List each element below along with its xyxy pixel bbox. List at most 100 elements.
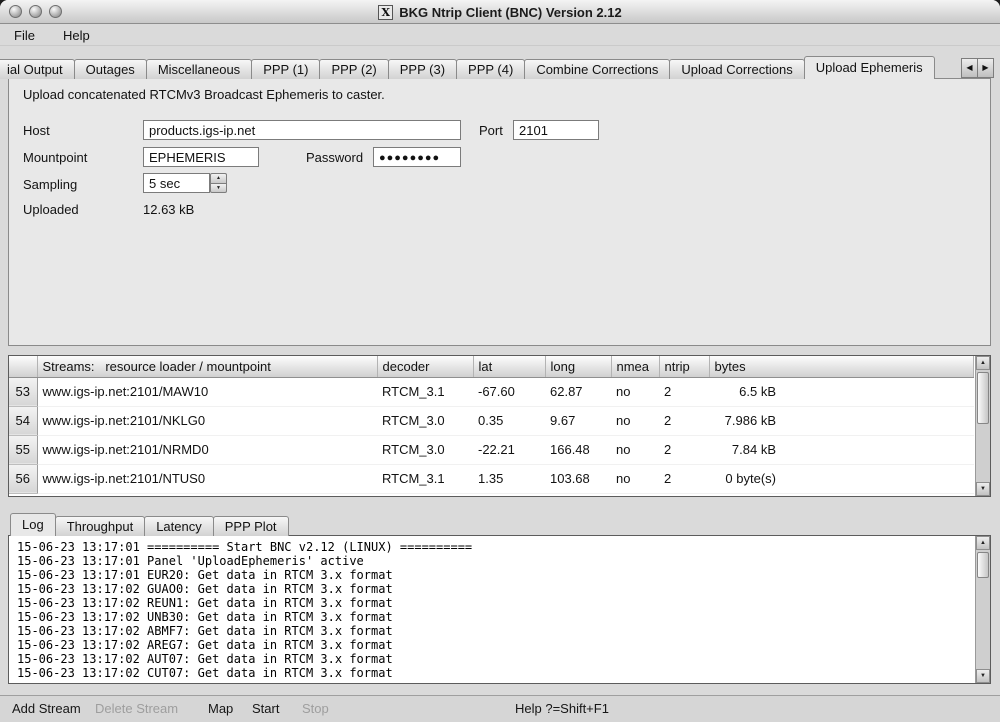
delete-stream-button[interactable]: Delete Stream — [95, 696, 178, 722]
cell-lat[interactable]: 1.35 — [473, 464, 545, 493]
cell-mountpoint[interactable]: www.igs-ip.net:2101/NTUS0 — [37, 464, 377, 493]
cell-ntrip[interactable]: 2 — [659, 435, 709, 464]
mountpoint-input[interactable] — [143, 147, 259, 167]
cell-nmea[interactable]: no — [611, 435, 659, 464]
spin-up-icon[interactable]: ▲ — [210, 173, 227, 183]
cell-decoder[interactable]: RTCM_3.1 — [377, 464, 473, 493]
header-ntrip[interactable]: ntrip — [659, 356, 709, 377]
streams-table-frame: Streams: resource loader / mountpoint de… — [8, 355, 991, 497]
bytes-value: 6.5 kB — [722, 384, 776, 399]
log-frame[interactable]: 15-06-23 13:17:01 ========== Start BNC v… — [8, 535, 991, 684]
cell-bytes[interactable]: 7.84 kB — [709, 435, 974, 464]
tab-ppp-4[interactable]: PPP (4) — [456, 59, 525, 79]
start-button[interactable]: Start — [252, 696, 279, 722]
log-line: 15-06-23 13:17:01 EUR20: Get data in RTC… — [17, 568, 975, 582]
tab-upload-corrections[interactable]: Upload Corrections — [669, 59, 804, 79]
scrollbar-thumb[interactable] — [977, 552, 989, 578]
cell-long[interactable]: 62.87 — [545, 377, 611, 406]
tab-ppp-1[interactable]: PPP (1) — [251, 59, 320, 79]
row-number[interactable]: 55 — [9, 435, 37, 464]
tab-throughput[interactable]: Throughput — [55, 516, 146, 536]
tab-miscellaneous[interactable]: Miscellaneous — [146, 59, 252, 79]
tab-latency[interactable]: Latency — [144, 516, 214, 536]
tab-outages[interactable]: Outages — [74, 59, 147, 79]
header-lat[interactable]: lat — [473, 356, 545, 377]
cell-long[interactable]: 9.67 — [545, 406, 611, 435]
menu-file[interactable]: File — [10, 27, 39, 44]
log-line: 15-06-23 13:17:02 ABMF7: Get data in RTC… — [17, 624, 975, 638]
cell-decoder[interactable]: RTCM_3.1 — [377, 377, 473, 406]
tab-serial-output[interactable]: ial Output — [0, 59, 75, 79]
tab-scroll-left-icon[interactable]: ◀ — [961, 58, 978, 78]
cell-bytes[interactable]: 0 byte(s) — [709, 464, 974, 493]
tab-ppp-3[interactable]: PPP (3) — [388, 59, 457, 79]
upload-ephemeris-panel: Upload concatenated RTCMv3 Broadcast Eph… — [8, 78, 991, 346]
uploaded-value: 12.63 kB — [143, 202, 194, 217]
sampling-spinbox: ▲ ▼ — [143, 173, 227, 193]
log-line: 15-06-23 13:17:02 AREG7: Get data in RTC… — [17, 638, 975, 652]
header-nmea[interactable]: nmea — [611, 356, 659, 377]
cell-decoder[interactable]: RTCM_3.0 — [377, 435, 473, 464]
cell-lat[interactable]: -67.60 — [473, 377, 545, 406]
table-row[interactable]: 56 www.igs-ip.net:2101/NTUS0 RTCM_3.1 1.… — [9, 464, 974, 493]
table-row[interactable]: 53 www.igs-ip.net:2101/MAW10 RTCM_3.1 -6… — [9, 377, 974, 406]
cell-nmea[interactable]: no — [611, 377, 659, 406]
cell-long[interactable]: 103.68 — [545, 464, 611, 493]
cell-mountpoint[interactable]: www.igs-ip.net:2101/MAW10 — [37, 377, 377, 406]
stop-button[interactable]: Stop — [302, 696, 329, 722]
scrollbar-thumb[interactable] — [977, 372, 989, 424]
log-scrollbar[interactable]: ▲ ▼ — [975, 536, 990, 683]
header-mountpoint[interactable]: Streams: resource loader / mountpoint — [37, 356, 377, 377]
cell-lat[interactable]: 0.35 — [473, 406, 545, 435]
tab-scroll-right-icon[interactable]: ▶ — [977, 58, 994, 78]
port-label: Port — [479, 123, 503, 138]
panel-description: Upload concatenated RTCMv3 Broadcast Eph… — [23, 87, 385, 102]
cell-ntrip[interactable]: 2 — [659, 464, 709, 493]
row-number[interactable]: 53 — [9, 377, 37, 406]
scroll-up-icon[interactable]: ▲ — [976, 356, 990, 370]
scroll-down-icon[interactable]: ▼ — [976, 669, 990, 683]
log-line: 15-06-23 13:17:01 Panel 'UploadEphemeris… — [17, 554, 975, 568]
cell-ntrip[interactable]: 2 — [659, 377, 709, 406]
cell-mountpoint[interactable]: www.igs-ip.net:2101/NRMD0 — [37, 435, 377, 464]
spin-down-icon[interactable]: ▼ — [210, 183, 227, 193]
add-stream-button[interactable]: Add Stream — [12, 696, 81, 722]
header-long[interactable]: long — [545, 356, 611, 377]
host-input[interactable] — [143, 120, 461, 140]
password-label: Password — [306, 150, 363, 165]
cell-ntrip[interactable]: 2 — [659, 406, 709, 435]
header-bytes[interactable]: bytes — [709, 356, 974, 377]
corner-header — [9, 356, 37, 377]
row-number[interactable]: 54 — [9, 406, 37, 435]
tab-ppp-2[interactable]: PPP (2) — [319, 59, 388, 79]
map-button[interactable]: Map — [208, 696, 233, 722]
tab-combine-corrections[interactable]: Combine Corrections — [524, 59, 670, 79]
sampling-input[interactable] — [143, 173, 210, 193]
table-row[interactable]: 55 www.igs-ip.net:2101/NRMD0 RTCM_3.0 -2… — [9, 435, 974, 464]
cell-long[interactable]: 166.48 — [545, 435, 611, 464]
tab-upload-ephemeris[interactable]: Upload Ephemeris — [804, 56, 935, 79]
scroll-up-icon[interactable]: ▲ — [976, 536, 990, 550]
cell-bytes[interactable]: 7.986 kB — [709, 406, 974, 435]
menu-help[interactable]: Help — [59, 27, 94, 44]
tab-scroll-buttons: ◀ ▶ — [961, 58, 994, 78]
row-number[interactable]: 56 — [9, 464, 37, 493]
port-input[interactable] — [513, 120, 599, 140]
streams-scrollbar[interactable]: ▲ ▼ — [975, 356, 990, 496]
table-row[interactable]: 54 www.igs-ip.net:2101/NKLG0 RTCM_3.0 0.… — [9, 406, 974, 435]
log-line: 15-06-23 13:17:02 CUT07: Get data in RTC… — [17, 666, 975, 680]
tab-ppp-plot[interactable]: PPP Plot — [213, 516, 289, 536]
cell-nmea[interactable]: no — [611, 464, 659, 493]
cell-lat[interactable]: -22.21 — [473, 435, 545, 464]
cell-mountpoint[interactable]: www.igs-ip.net:2101/NKLG0 — [37, 406, 377, 435]
log-line: 15-06-23 13:17:02 GUAO0: Get data in RTC… — [17, 582, 975, 596]
cell-bytes[interactable]: 6.5 kB — [709, 377, 974, 406]
titlebar: X BKG Ntrip Client (BNC) Version 2.12 — [0, 0, 1000, 24]
bytes-value: 7.986 kB — [722, 413, 776, 428]
tab-log[interactable]: Log — [10, 513, 56, 536]
password-input[interactable] — [373, 147, 461, 167]
cell-decoder[interactable]: RTCM_3.0 — [377, 406, 473, 435]
scroll-down-icon[interactable]: ▼ — [976, 482, 990, 496]
cell-nmea[interactable]: no — [611, 406, 659, 435]
header-decoder[interactable]: decoder — [377, 356, 473, 377]
